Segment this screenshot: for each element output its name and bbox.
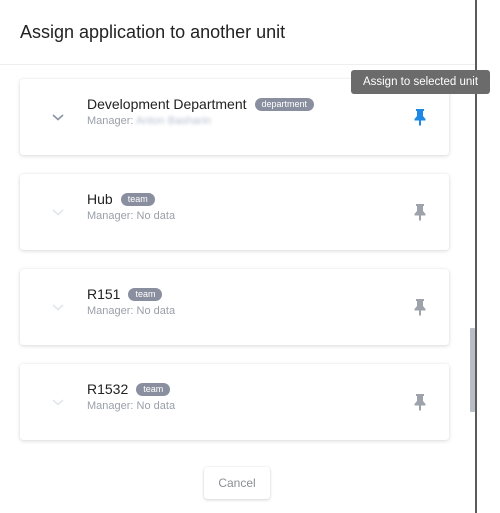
unit-manager: Manager: No data [87, 400, 175, 412]
pin-icon[interactable] [413, 203, 427, 221]
pin-icon[interactable] [413, 298, 427, 316]
unit-name: R1532 team [87, 381, 171, 397]
manager-prefix: Manager: [87, 210, 134, 222]
assign-tooltip: Assign to selected unit [351, 70, 490, 94]
chevron-down-icon[interactable] [50, 109, 66, 125]
header-divider [0, 64, 475, 65]
unit-name-text: R1532 [87, 381, 129, 397]
unit-name: R151 team [87, 286, 163, 302]
unit-type-badge: department [254, 98, 315, 111]
chevron-down-icon[interactable] [50, 299, 66, 315]
unit-manager: Manager: Anton Basharin [87, 115, 211, 127]
unit-card-r151[interactable]: R151 team Manager: No data [20, 269, 449, 345]
unit-type-badge: team [120, 193, 155, 206]
unit-type-badge: team [128, 288, 163, 301]
manager-value: No data [136, 305, 176, 317]
unit-card-r1532[interactable]: R1532 team Manager: No data [20, 364, 449, 440]
cancel-button[interactable]: Cancel [204, 467, 270, 499]
manager-value: No data [136, 400, 176, 412]
unit-type-badge: team [136, 383, 171, 396]
manager-value: No data [136, 210, 176, 222]
manager-prefix: Manager: [87, 115, 134, 127]
unit-manager: Manager: No data [87, 305, 175, 317]
chevron-down-icon[interactable] [50, 204, 66, 220]
unit-name-text: Hub [87, 191, 113, 207]
pin-icon[interactable] [413, 393, 427, 411]
unit-name: Hub team [87, 191, 155, 207]
unit-name-text: Development Department [87, 96, 247, 112]
dialog-title: Assign application to another unit [20, 22, 286, 42]
unit-card-hub[interactable]: Hub team Manager: No data [20, 174, 449, 250]
manager-prefix: Manager: [87, 305, 134, 317]
manager-value: Anton Basharin [135, 115, 212, 127]
unit-name: Development Department department [87, 96, 315, 112]
manager-prefix: Manager: [87, 400, 134, 412]
scrollbar-thumb[interactable] [470, 328, 475, 412]
chevron-down-icon[interactable] [50, 394, 66, 410]
pin-icon[interactable] [413, 108, 427, 126]
unit-manager: Manager: No data [87, 210, 175, 222]
unit-name-text: R151 [87, 286, 121, 302]
